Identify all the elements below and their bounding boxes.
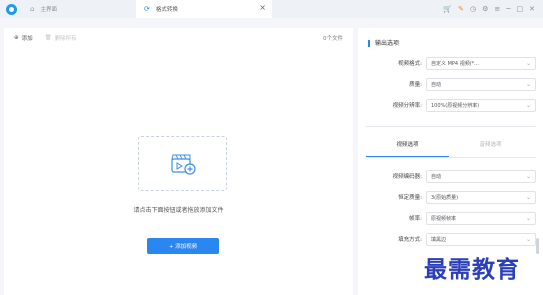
fill-row: 填充方式: 填黑边 ⌄ [358,232,543,246]
drop-zone[interactable] [138,136,227,191]
format-select[interactable]: 自定义 MP4 视频(*... ⌄ [426,56,536,70]
framerate-row: 帧率: 原视频帧率 ⌄ [358,211,543,225]
cart-icon[interactable]: 🛒 [443,5,452,13]
drop-hint: 请点击下面按钮或者拖放添加文件 [133,207,224,214]
close-tab-icon[interactable]: × [259,3,266,12]
title-bar: ⌂ 主界面 ⟳ 格式转换 × 🛒 ✎ ◷ ⚙ ≡ ─ □ ✕ [0,0,543,18]
subtab-divider [366,157,536,158]
tab-home[interactable]: ⌂ 主界面 [22,0,136,18]
chevron-down-icon: ⌄ [525,101,531,109]
chevron-down-icon: ⌄ [525,214,531,222]
chevron-down-icon: ⌄ [525,235,531,243]
encoder-label: 视频编码器: [392,174,422,180]
add-video-button[interactable]: + 添加视频 [147,238,219,254]
chevron-down-icon: ⌄ [525,80,531,88]
resolution-value: 100%(原视频分辨率) [431,102,480,109]
wrench-icon[interactable]: ✎ [458,5,464,13]
quality-row: 质量: 自动 ⌄ [358,77,543,91]
maximize-icon[interactable]: □ [517,5,524,13]
resolution-label: 视频分辨率: [392,103,422,109]
add-file-label: 添加 [21,36,33,42]
section-divider [366,126,536,127]
format-label: 视频格式: [398,61,422,67]
chevron-down-icon: ⌄ [525,193,531,201]
framerate-label: 帧率: [409,216,422,222]
tab-audio-options[interactable]: 音频选项 [449,135,532,157]
chevron-down-icon: ⌄ [525,172,531,180]
tab-format-convert[interactable]: ⟳ 格式转换 × [136,0,272,18]
plus-circle-icon: ⊕ [14,35,19,41]
delete-all-button[interactable]: 🗑 删除所有 [45,34,77,42]
resolution-select[interactable]: 100%(原视频分辨率) ⌄ [426,98,536,112]
close-icon[interactable]: ✕ [529,5,535,13]
app-logo [0,0,22,18]
const-quality-select[interactable]: 3(原始质量) ⌄ [426,190,536,204]
watermark: 最需教育 [424,256,520,283]
window-controls: 🛒 ✎ ◷ ⚙ ≡ ─ □ ✕ [443,0,543,18]
fill-value: 填黑边 [431,236,447,243]
app-window: ⌂ 主界面 ⟳ 格式转换 × 🛒 ✎ ◷ ⚙ ≡ ─ □ ✕ ⊕ 添加 🗑 删除… [0,0,543,295]
settings-icon[interactable]: ⚙ [482,5,488,13]
chevron-down-icon: ⌄ [525,59,531,67]
home-icon: ⌂ [30,5,35,13]
resolution-row: 视频分辨率: 100%(原视频分辨率) ⌄ [358,98,543,112]
encoder-select[interactable]: 自动 ⌄ [426,169,536,183]
quality-label: 质量: [409,82,422,88]
tab-video-options[interactable]: 视频选项 [366,135,449,157]
encoder-row: 视频编码器: 自动 ⌄ [358,169,543,183]
fill-label: 填充方式: [398,237,422,243]
clock-icon[interactable]: ◷ [470,5,476,13]
format-value: 自定义 MP4 视频(*... [431,60,479,67]
tab-home-label: 主界面 [40,7,57,13]
format-row: 视频格式: 自定义 MP4 视频(*... ⌄ [358,56,543,70]
const-quality-row: 恒定质量: 3(原始质量) ⌄ [358,190,543,204]
video-add-icon [170,154,196,175]
menu-icon[interactable]: ≡ [494,5,500,13]
const-quality-value: 3(原始质量) [431,194,459,201]
option-subtabs: 视频选项 音频选项 [366,135,532,157]
const-quality-label: 恒定质量: [398,195,422,201]
quality-select[interactable]: 自动 ⌄ [426,77,536,91]
file-list-panel: ⊕ 添加 🗑 删除所有 0个文件 请点击下面按钮或者拖放添加文件 + 添加视频 [4,28,353,295]
add-file-button[interactable]: ⊕ 添加 [14,34,33,42]
file-toolbar: ⊕ 添加 🗑 删除所有 0个文件 [4,28,353,48]
fill-select[interactable]: 填黑边 ⌄ [426,232,536,246]
minimize-icon[interactable]: ─ [506,5,510,13]
output-options-title: 输出选项 [368,40,399,47]
framerate-select[interactable]: 原视频帧率 ⌄ [426,211,536,225]
delete-all-label: 删除所有 [54,36,77,42]
convert-icon: ⟳ [144,5,150,13]
quality-value: 自动 [431,81,442,88]
scrollbar[interactable] [536,238,539,254]
framerate-value: 原视频帧率 [431,215,457,222]
tab-format-convert-label: 格式转换 [155,7,178,13]
file-count: 0个文件 [323,36,343,42]
trash-icon: 🗑 [44,35,52,41]
encoder-value: 自动 [431,173,442,180]
